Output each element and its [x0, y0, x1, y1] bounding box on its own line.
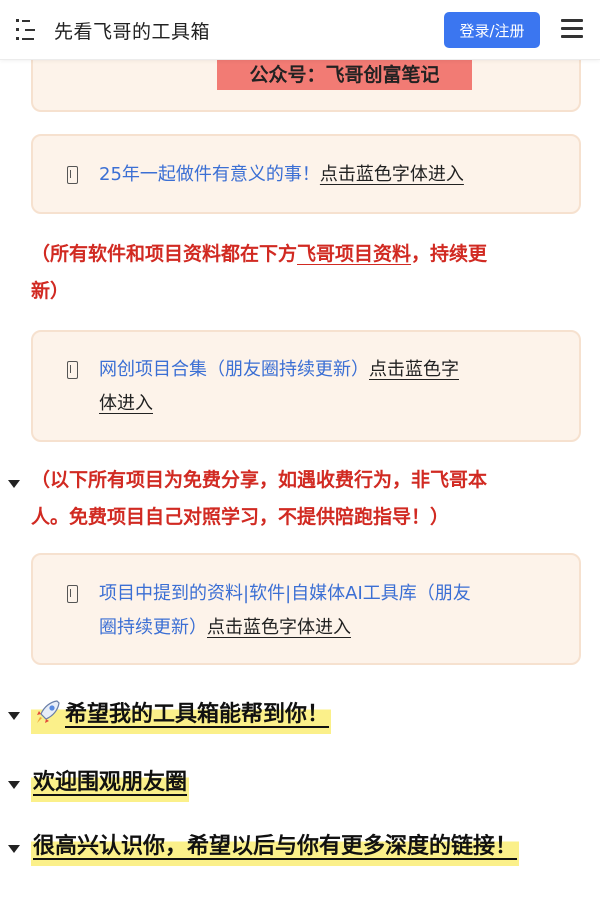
enter-link[interactable]: 点击蓝色字 — [369, 359, 459, 380]
bookmark-icon — [67, 361, 78, 379]
enter-link[interactable]: 点击蓝色字体进入 — [207, 617, 351, 638]
heading-hope-helps[interactable]: 希望我的工具箱能帮到你！ — [31, 696, 332, 734]
enter-link-cont[interactable]: 体进入 — [99, 393, 153, 414]
feige-resources-link[interactable]: 飞哥项目资料 — [297, 243, 411, 265]
free-share-note: （以下所有项目为免费分享，如遇收费行为，非飞哥本 人。免费项目自己对照学习，不提… — [31, 469, 488, 528]
callout-blue-text[interactable]: 25年一起做件有意义的事！ — [99, 164, 320, 185]
callout-blue-text[interactable]: 网创项目合集（朋友圈持续更新） — [99, 359, 369, 380]
callout-blue-text-cont[interactable]: 圈持续更新） — [99, 617, 207, 638]
bookmark-icon — [67, 585, 78, 603]
callout-tools: 项目中提到的资料|软件|自媒体AI工具库（朋友 圈持续更新）点击蓝色字体进入 — [31, 553, 581, 665]
bookmark-icon — [67, 166, 78, 184]
resources-note: （所有软件和项目资料都在下方飞哥项目资料，持续更 新） — [31, 243, 488, 302]
heading-nice-to-meet[interactable]: 很高兴认识你，希望以后与你有更多深度的链接！ — [31, 828, 520, 866]
heading-moments[interactable]: 欢迎围观朋友圈 — [31, 764, 190, 802]
menu-icon[interactable] — [561, 19, 583, 39]
caret-down-icon[interactable] — [8, 480, 20, 488]
callout-meaningful: 25年一起做件有意义的事！点击蓝色字体进入 — [31, 134, 581, 214]
caret-down-icon[interactable] — [8, 781, 20, 789]
site-title: 先看飞哥的工具箱 — [54, 21, 211, 43]
caret-down-icon[interactable] — [8, 845, 20, 853]
toc-icon[interactable] — [16, 18, 38, 42]
enter-link[interactable]: 点击蓝色字体进入 — [320, 164, 464, 185]
wechat-account-banner: 公众号：飞哥创富笔记 — [217, 56, 472, 90]
login-register-button[interactable]: 登录/注册 — [444, 12, 540, 48]
callout-blue-text[interactable]: 项目中提到的资料|软件|自媒体AI工具库（朋友 — [99, 583, 471, 604]
top-bar: 先看飞哥的工具箱 登录/注册 — [0, 0, 600, 60]
callout-projects: 网创项目合集（朋友圈持续更新）点击蓝色字 体进入 — [31, 330, 581, 442]
caret-down-icon[interactable] — [8, 712, 20, 720]
rocket-icon — [37, 700, 60, 723]
